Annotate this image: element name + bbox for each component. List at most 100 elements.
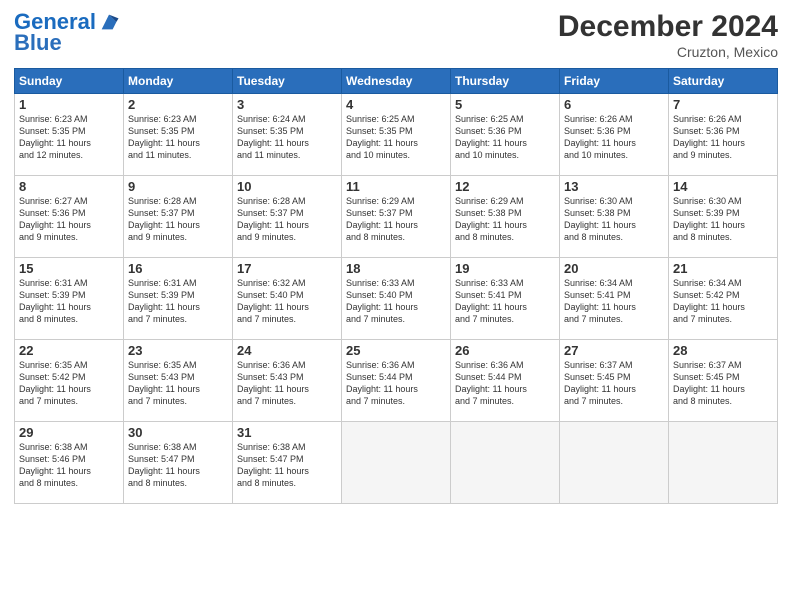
day-number: 1 [19,97,119,112]
day-info: Sunrise: 6:38 AMSunset: 5:46 PMDaylight:… [19,441,119,490]
calendar-table: SundayMondayTuesdayWednesdayThursdayFrid… [14,68,778,504]
page-header: General Blue December 2024 Cruzton, Mexi… [14,10,778,60]
day-info: Sunrise: 6:33 AMSunset: 5:40 PMDaylight:… [346,277,446,326]
day-number: 6 [564,97,664,112]
calendar-cell: 3Sunrise: 6:24 AMSunset: 5:35 PMDaylight… [233,94,342,176]
calendar-cell: 17Sunrise: 6:32 AMSunset: 5:40 PMDayligh… [233,258,342,340]
weekday-header: Monday [124,69,233,94]
calendar-cell: 15Sunrise: 6:31 AMSunset: 5:39 PMDayligh… [15,258,124,340]
calendar-cell: 25Sunrise: 6:36 AMSunset: 5:44 PMDayligh… [342,340,451,422]
day-number: 17 [237,261,337,276]
day-number: 28 [673,343,773,358]
month-title: December 2024 [558,10,778,44]
day-number: 10 [237,179,337,194]
day-number: 24 [237,343,337,358]
calendar-cell: 19Sunrise: 6:33 AMSunset: 5:41 PMDayligh… [451,258,560,340]
day-info: Sunrise: 6:25 AMSunset: 5:35 PMDaylight:… [346,113,446,162]
day-number: 29 [19,425,119,440]
calendar-cell: 5Sunrise: 6:25 AMSunset: 5:36 PMDaylight… [451,94,560,176]
day-number: 2 [128,97,228,112]
day-number: 21 [673,261,773,276]
weekday-header-row: SundayMondayTuesdayWednesdayThursdayFrid… [15,69,778,94]
calendar-cell: 24Sunrise: 6:36 AMSunset: 5:43 PMDayligh… [233,340,342,422]
day-number: 30 [128,425,228,440]
day-info: Sunrise: 6:26 AMSunset: 5:36 PMDaylight:… [564,113,664,162]
day-number: 4 [346,97,446,112]
day-info: Sunrise: 6:36 AMSunset: 5:44 PMDaylight:… [455,359,555,408]
calendar-cell: 30Sunrise: 6:38 AMSunset: 5:47 PMDayligh… [124,422,233,504]
weekday-header: Saturday [669,69,778,94]
day-info: Sunrise: 6:24 AMSunset: 5:35 PMDaylight:… [237,113,337,162]
day-number: 16 [128,261,228,276]
calendar-cell: 26Sunrise: 6:36 AMSunset: 5:44 PMDayligh… [451,340,560,422]
calendar-cell: 20Sunrise: 6:34 AMSunset: 5:41 PMDayligh… [560,258,669,340]
title-block: December 2024 Cruzton, Mexico [558,10,778,60]
day-info: Sunrise: 6:34 AMSunset: 5:42 PMDaylight:… [673,277,773,326]
weekday-header: Wednesday [342,69,451,94]
calendar-cell: 10Sunrise: 6:28 AMSunset: 5:37 PMDayligh… [233,176,342,258]
day-info: Sunrise: 6:31 AMSunset: 5:39 PMDaylight:… [128,277,228,326]
calendar-cell: 8Sunrise: 6:27 AMSunset: 5:36 PMDaylight… [15,176,124,258]
day-info: Sunrise: 6:26 AMSunset: 5:36 PMDaylight:… [673,113,773,162]
day-info: Sunrise: 6:25 AMSunset: 5:36 PMDaylight:… [455,113,555,162]
calendar-week-row: 29Sunrise: 6:38 AMSunset: 5:46 PMDayligh… [15,422,778,504]
day-info: Sunrise: 6:23 AMSunset: 5:35 PMDaylight:… [19,113,119,162]
day-number: 7 [673,97,773,112]
calendar-cell: 16Sunrise: 6:31 AMSunset: 5:39 PMDayligh… [124,258,233,340]
calendar-cell: 9Sunrise: 6:28 AMSunset: 5:37 PMDaylight… [124,176,233,258]
day-info: Sunrise: 6:23 AMSunset: 5:35 PMDaylight:… [128,113,228,162]
day-number: 13 [564,179,664,194]
calendar-cell: 14Sunrise: 6:30 AMSunset: 5:39 PMDayligh… [669,176,778,258]
day-info: Sunrise: 6:29 AMSunset: 5:38 PMDaylight:… [455,195,555,244]
weekday-header: Thursday [451,69,560,94]
calendar-cell [342,422,451,504]
day-info: Sunrise: 6:37 AMSunset: 5:45 PMDaylight:… [673,359,773,408]
calendar-cell: 6Sunrise: 6:26 AMSunset: 5:36 PMDaylight… [560,94,669,176]
day-number: 18 [346,261,446,276]
day-info: Sunrise: 6:31 AMSunset: 5:39 PMDaylight:… [19,277,119,326]
day-info: Sunrise: 6:34 AMSunset: 5:41 PMDaylight:… [564,277,664,326]
calendar-cell: 4Sunrise: 6:25 AMSunset: 5:35 PMDaylight… [342,94,451,176]
day-info: Sunrise: 6:38 AMSunset: 5:47 PMDaylight:… [237,441,337,490]
day-number: 19 [455,261,555,276]
day-number: 20 [564,261,664,276]
day-number: 26 [455,343,555,358]
day-info: Sunrise: 6:36 AMSunset: 5:43 PMDaylight:… [237,359,337,408]
weekday-header: Tuesday [233,69,342,94]
day-info: Sunrise: 6:35 AMSunset: 5:43 PMDaylight:… [128,359,228,408]
day-number: 27 [564,343,664,358]
calendar-cell: 13Sunrise: 6:30 AMSunset: 5:38 PMDayligh… [560,176,669,258]
calendar-cell [451,422,560,504]
day-number: 25 [346,343,446,358]
calendar-cell: 31Sunrise: 6:38 AMSunset: 5:47 PMDayligh… [233,422,342,504]
calendar-cell: 1Sunrise: 6:23 AMSunset: 5:35 PMDaylight… [15,94,124,176]
logo: General Blue [14,10,120,56]
day-info: Sunrise: 6:29 AMSunset: 5:37 PMDaylight:… [346,195,446,244]
day-number: 12 [455,179,555,194]
day-info: Sunrise: 6:30 AMSunset: 5:39 PMDaylight:… [673,195,773,244]
day-info: Sunrise: 6:32 AMSunset: 5:40 PMDaylight:… [237,277,337,326]
calendar-cell: 18Sunrise: 6:33 AMSunset: 5:40 PMDayligh… [342,258,451,340]
calendar-cell: 28Sunrise: 6:37 AMSunset: 5:45 PMDayligh… [669,340,778,422]
calendar-cell: 12Sunrise: 6:29 AMSunset: 5:38 PMDayligh… [451,176,560,258]
day-number: 9 [128,179,228,194]
calendar-cell [669,422,778,504]
calendar-cell: 29Sunrise: 6:38 AMSunset: 5:46 PMDayligh… [15,422,124,504]
calendar-cell: 21Sunrise: 6:34 AMSunset: 5:42 PMDayligh… [669,258,778,340]
calendar-week-row: 15Sunrise: 6:31 AMSunset: 5:39 PMDayligh… [15,258,778,340]
day-info: Sunrise: 6:28 AMSunset: 5:37 PMDaylight:… [237,195,337,244]
calendar-cell: 7Sunrise: 6:26 AMSunset: 5:36 PMDaylight… [669,94,778,176]
weekday-header: Sunday [15,69,124,94]
day-info: Sunrise: 6:35 AMSunset: 5:42 PMDaylight:… [19,359,119,408]
day-info: Sunrise: 6:38 AMSunset: 5:47 PMDaylight:… [128,441,228,490]
day-info: Sunrise: 6:30 AMSunset: 5:38 PMDaylight:… [564,195,664,244]
day-info: Sunrise: 6:27 AMSunset: 5:36 PMDaylight:… [19,195,119,244]
calendar-cell [560,422,669,504]
weekday-header: Friday [560,69,669,94]
page-container: General Blue December 2024 Cruzton, Mexi… [0,0,792,512]
day-info: Sunrise: 6:28 AMSunset: 5:37 PMDaylight:… [128,195,228,244]
day-number: 11 [346,179,446,194]
day-info: Sunrise: 6:36 AMSunset: 5:44 PMDaylight:… [346,359,446,408]
calendar-week-row: 1Sunrise: 6:23 AMSunset: 5:35 PMDaylight… [15,94,778,176]
location-subtitle: Cruzton, Mexico [558,44,778,60]
